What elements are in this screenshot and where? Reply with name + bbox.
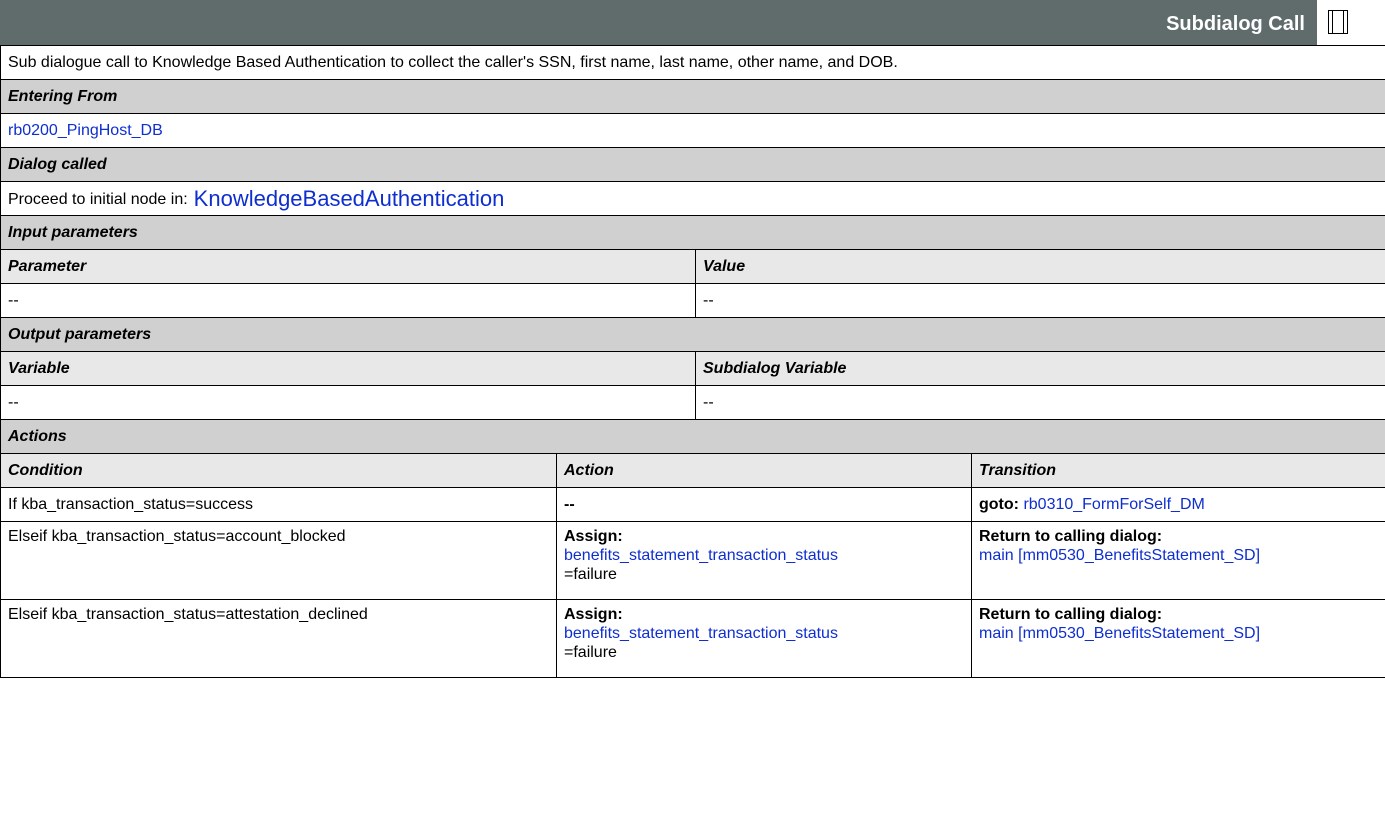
transition-cell: goto: rb0310_FormForSelf_DM — [970, 487, 1385, 522]
table-row: If kba_transaction_status=success -- got… — [0, 487, 1385, 522]
subdialog-call-document: Subdialog Call Sub dialogue call to Know… — [0, 0, 1385, 826]
window-panel-icon[interactable] — [1328, 10, 1348, 34]
transition-label: Return to calling dialog: — [979, 606, 1163, 623]
input-col-value: Value — [694, 249, 1385, 284]
actions-heading: Actions — [0, 419, 1385, 454]
action-label: Assign: — [564, 528, 623, 545]
action-value: =failure — [564, 566, 617, 583]
transition-cell: Return to calling dialog: main [mm0530_B… — [970, 599, 1385, 678]
action-cell: -- — [556, 487, 972, 522]
output-parameters-heading: Output parameters — [0, 317, 1385, 352]
header-title: Subdialog Call — [1166, 13, 1305, 35]
entering-from-link[interactable]: rb0200_PingHost_DB — [8, 122, 163, 139]
actions-col-condition: Condition — [0, 453, 557, 488]
transition-link[interactable]: main [mm0530_BenefitsStatement_SD] — [979, 625, 1260, 642]
input-parameter-cell: -- — [0, 283, 696, 318]
condition-cell: Elseif kba_transaction_status=attestatio… — [0, 599, 557, 678]
condition-cell: Elseif kba_transaction_status=account_bl… — [0, 521, 557, 600]
input-col-parameter: Parameter — [0, 249, 696, 284]
output-variable-cell: -- — [0, 385, 696, 420]
action-value: =failure — [564, 644, 617, 661]
transition-link[interactable]: main [mm0530_BenefitsStatement_SD] — [979, 547, 1260, 564]
input-parameters-heading: Input parameters — [0, 215, 1385, 250]
transition-link[interactable]: rb0310_FormForSelf_DM — [1023, 496, 1204, 513]
table-row: Elseif kba_transaction_status=account_bl… — [0, 521, 1385, 600]
condition-cell: If kba_transaction_status=success — [0, 487, 557, 522]
description: Sub dialogue call to Knowledge Based Aut… — [0, 45, 1385, 80]
action-label: Assign: — [564, 606, 623, 623]
action-text: -- — [564, 496, 575, 513]
output-col-variable: Variable — [0, 351, 696, 386]
entering-from-cell: rb0200_PingHost_DB — [0, 113, 1385, 148]
node-table: Sub dialogue call to Knowledge Based Aut… — [0, 45, 1385, 678]
output-subdialog-variable-cell: -- — [694, 385, 1385, 420]
action-cell: Assign: benefits_statement_transaction_s… — [556, 521, 972, 600]
input-value-cell: -- — [694, 283, 1385, 318]
dialog-called-heading: Dialog called — [0, 147, 1385, 182]
transition-label: goto: — [979, 496, 1019, 513]
action-variable-link[interactable]: benefits_statement_transaction_status — [564, 547, 838, 564]
actions-col-transition: Transition — [970, 453, 1385, 488]
transition-cell: Return to calling dialog: main [mm0530_B… — [970, 521, 1385, 600]
action-cell: Assign: benefits_statement_transaction_s… — [556, 599, 972, 678]
dialog-called-prefix: Proceed to initial node in: — [8, 190, 188, 208]
output-col-subdialog-variable: Subdialog Variable — [694, 351, 1385, 386]
transition-label: Return to calling dialog: — [979, 528, 1163, 545]
entering-from-heading: Entering From — [0, 79, 1385, 114]
actions-col-action: Action — [556, 453, 972, 488]
header-bar: Subdialog Call — [0, 0, 1385, 45]
action-variable-link[interactable]: benefits_statement_transaction_status — [564, 625, 838, 642]
dialog-called-link[interactable]: KnowledgeBasedAuthentication — [194, 186, 505, 211]
table-row: Elseif kba_transaction_status=attestatio… — [0, 599, 1385, 678]
dialog-called-cell: Proceed to initial node in: KnowledgeBase… — [0, 181, 1385, 216]
